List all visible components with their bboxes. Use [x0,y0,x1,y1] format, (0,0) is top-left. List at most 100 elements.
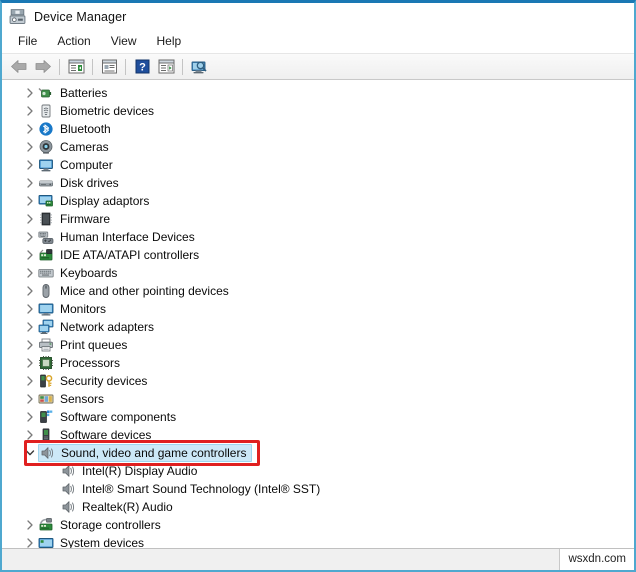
tree-item-batteries[interactable]: Batteries [2,84,634,102]
chevron-right-icon[interactable] [22,282,38,300]
chevron-right-icon[interactable] [22,336,38,354]
watermark-label: wsxdn.com [559,549,634,570]
chevron-right-icon[interactable] [22,390,38,408]
chevron-right-icon[interactable] [22,300,38,318]
tree-item-intel-display-audio[interactable]: Intel(R) Display Audio [2,462,634,480]
tree-item-keyboards[interactable]: Keyboards [2,264,634,282]
menu-file[interactable]: File [8,32,47,51]
processor-icon [39,356,53,370]
tree-item-display-adaptors[interactable]: Display adaptors [2,192,634,210]
chevron-down-icon[interactable] [22,444,38,462]
disk-drive-icon [39,180,53,187]
chevron-right-icon[interactable] [22,120,38,138]
chevron-right-icon[interactable] [22,84,38,102]
update-driver-icon [158,59,174,74]
chevron-right-icon[interactable] [22,408,38,426]
tree-item-software-devices[interactable]: Software devices [2,426,634,444]
tree-item-software-components[interactable]: Software components [2,408,634,426]
back-arrow-icon [11,60,27,73]
tree-item-print-queues[interactable]: Print queues [2,336,634,354]
toolbar: ? [2,54,634,80]
menu-bar: File Action View Help [2,30,634,54]
tree-item-firmware[interactable]: Firmware [2,210,634,228]
tree-item-cameras[interactable]: Cameras [2,138,634,156]
sensor-icon [38,394,54,404]
toolbar-separator [59,58,60,75]
chevron-right-icon[interactable] [22,246,38,264]
tree-item-label: Software devices [60,428,152,442]
security-device-icon [40,374,53,388]
chevron-right-icon[interactable] [22,426,38,444]
tree-item-label: Processors [60,356,121,370]
tree-item-processors[interactable]: Processors [2,354,634,372]
screenshot-root: Device Manager File Action View Help ? B… [0,0,636,572]
bluetooth-icon [39,122,53,136]
ide-controller-icon [39,249,53,261]
printer-icon [39,338,53,352]
tree-item-label: Intel(R) Display Audio [82,464,198,478]
tree-item-ide-ata-atapi-controllers[interactable]: IDE ATA/ATAPI controllers [2,246,634,264]
software-component-icon [40,410,53,423]
menu-view[interactable]: View [101,32,147,51]
tree-item-label: Mice and other pointing devices [60,284,229,298]
update-driver-button[interactable] [155,56,177,77]
chevron-right-icon[interactable] [22,372,38,390]
tree-item-computer[interactable]: Computer [2,156,634,174]
tree-item-human-interface-devices[interactable]: Human Interface Devices [2,228,634,246]
tree-item-label: System devices [60,536,145,548]
tree-item-sensors[interactable]: Sensors [2,390,634,408]
back-button[interactable] [8,56,30,77]
chevron-right-icon[interactable] [22,228,38,246]
chevron-right-icon[interactable] [22,210,38,228]
scan-hardware-changes-button[interactable] [188,56,210,77]
tree-item-monitors[interactable]: Monitors [2,300,634,318]
tree-item-security-devices[interactable]: Security devices [2,372,634,390]
tree-item-network-adapters[interactable]: Network adapters [2,318,634,336]
chevron-right-icon[interactable] [22,174,38,192]
device-tree[interactable]: Batteries Biometric devices Bluetooth Ca… [2,80,634,548]
chevron-right-icon[interactable] [22,354,38,372]
hid-icon [38,231,54,244]
tree-item-biometric-devices[interactable]: Biometric devices [2,102,634,120]
tree-item-storage-controllers[interactable]: Storage controllers [2,516,634,534]
chevron-right-icon[interactable] [22,102,38,120]
chevron-right-icon[interactable] [22,516,38,534]
tree-item-system-devices[interactable]: System devices [2,534,634,548]
device-manager-icon [9,9,26,24]
tree-item-realtek-audio[interactable]: Realtek(R) Audio [2,498,634,516]
chevron-right-icon[interactable] [22,264,38,282]
tree-item-sound-video-and-game-controllers[interactable]: Sound, video and game controllers [2,444,634,462]
tree-item-bluetooth[interactable]: Bluetooth [2,120,634,138]
tree-item-label: Network adapters [60,320,155,334]
tree-item-label: Computer [60,158,113,172]
tree-item-intel-smart-sound-technology[interactable]: Intel® Smart Sound Technology (Intel® SS… [2,480,634,498]
forward-button[interactable] [32,56,54,77]
chevron-right-icon[interactable] [22,534,38,548]
chevron-right-icon[interactable] [22,192,38,210]
tree-item-label: Biometric devices [60,104,155,118]
svg-text:?: ? [139,62,146,74]
tree-item-label: Sound, video and game controllers [61,446,247,460]
show-hide-console-tree-button[interactable] [65,56,87,77]
window-title: Device Manager [34,9,127,24]
tree-item-mice-and-other-pointing-devices[interactable]: Mice and other pointing devices [2,282,634,300]
tree-item-label: Cameras [60,140,109,154]
scan-hardware-icon [191,61,207,73]
title-bar: Device Manager [2,3,634,30]
chevron-right-icon[interactable] [22,138,38,156]
menu-action[interactable]: Action [47,32,100,51]
help-button[interactable]: ? [131,56,153,77]
system-device-icon [38,538,54,548]
menu-help[interactable]: Help [147,32,192,51]
properties-button[interactable] [98,56,120,77]
computer-icon [39,159,53,172]
chevron-right-icon[interactable] [22,318,38,336]
tree-item-label: Sensors [60,392,105,406]
tree-item-label: Disk drives [60,176,119,190]
tree-item-label: Intel® Smart Sound Technology (Intel® SS… [82,482,321,496]
chevron-right-icon[interactable] [22,156,38,174]
camera-icon [39,140,53,154]
toolbar-separator [125,58,126,75]
speaker-icon [62,465,75,477]
tree-item-disk-drives[interactable]: Disk drives [2,174,634,192]
